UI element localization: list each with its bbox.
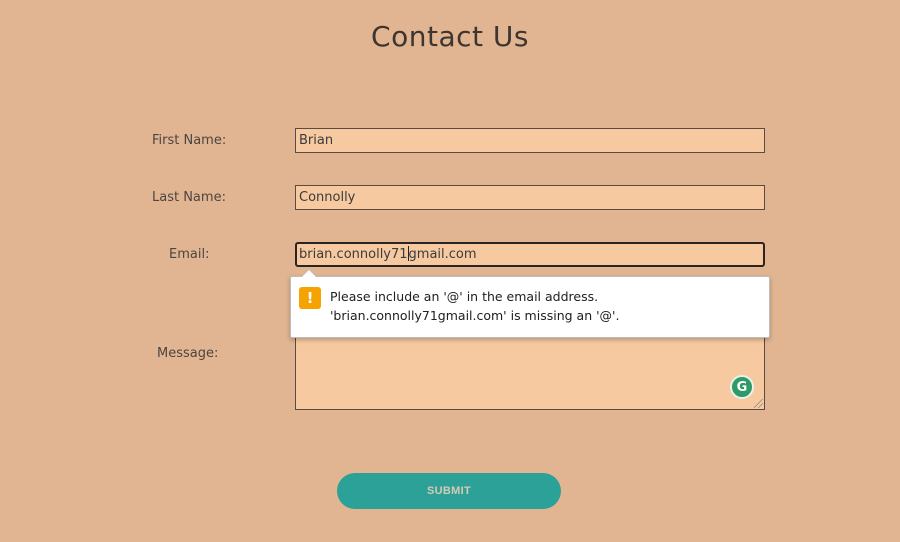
email-field[interactable]: brian.connolly71gmail.com [295,242,765,267]
tooltip-line-1: Please include an '@' in the email addre… [330,289,599,304]
grammarly-glyph: G [736,379,748,395]
first-name-label: First Name: [152,133,227,148]
last-name-label: Last Name: [152,190,226,205]
submit-button[interactable]: SUBMIT [337,473,561,509]
last-name-field[interactable]: Connolly [295,185,765,210]
warning-icon: ! [299,287,321,309]
resize-handle-icon[interactable] [754,399,763,408]
tooltip-message: Please include an '@' in the email addre… [330,287,619,325]
email-text-after-caret: gmail.com [408,247,477,262]
tooltip-arrow-inner [302,270,316,277]
email-label: Email: [169,247,210,262]
message-label: Message: [157,346,219,361]
message-textarea[interactable]: G [295,330,765,410]
page-title: Contact Us [371,20,529,53]
first-name-field[interactable]: Brian [295,128,765,153]
grammarly-icon[interactable]: G [730,375,754,399]
email-validation-tooltip: ! Please include an '@' in the email add… [290,269,770,338]
email-text-before-caret: brian.connolly71 [299,247,408,262]
tooltip-line-2: 'brian.connolly71gmail.com' is missing a… [330,308,620,323]
